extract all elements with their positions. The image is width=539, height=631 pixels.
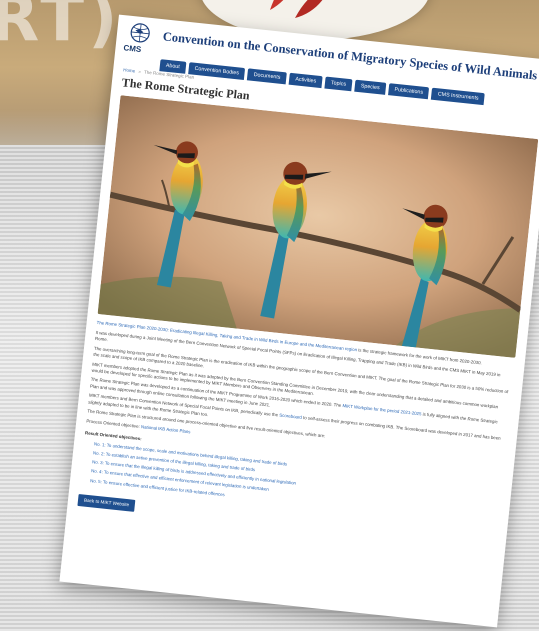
nav-item-species[interactable]: Species [354, 79, 387, 95]
process-objective-label: Process Oriented objective: [86, 418, 141, 429]
nav-item-activities[interactable]: Activities [288, 72, 323, 89]
background-logo-text: RT) [0, 0, 122, 56]
breadcrumb-separator: » [138, 68, 142, 75]
hero-image-bee-eaters [97, 95, 539, 358]
national-ikb-action-plans-link[interactable]: National IKB Action Plans [141, 424, 191, 434]
document-page: CMS Convention on the Conservation of Mi… [59, 14, 539, 628]
article-content: The Rome Strategic Plan 2020-2030: Eradi… [77, 320, 512, 550]
breadcrumb-home[interactable]: Home [123, 67, 135, 73]
nav-item-topics[interactable]: Topics [324, 76, 353, 92]
scoreboard-link[interactable]: Scoreboard [279, 413, 302, 420]
back-to-mikt-button[interactable]: Back to MIKT Website [77, 493, 136, 512]
cms-logo-text: CMS [123, 43, 142, 55]
